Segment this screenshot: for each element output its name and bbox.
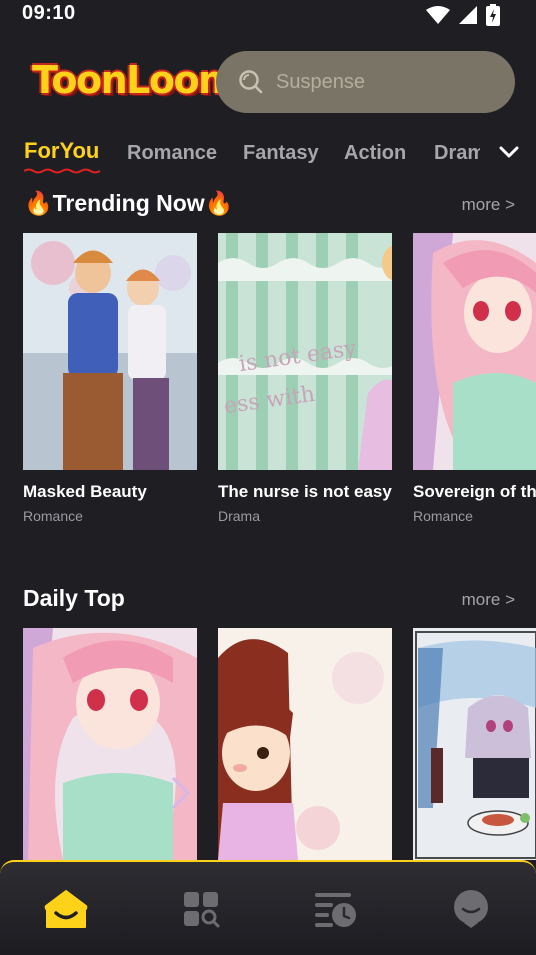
battery-icon xyxy=(486,4,500,26)
card-genre: Drama xyxy=(218,508,261,524)
nav-home[interactable] xyxy=(41,884,91,934)
comic-cover xyxy=(413,233,536,470)
home-icon xyxy=(44,890,88,928)
trending-section-title: 🔥Trending Now🔥 xyxy=(24,190,234,216)
trending-more-link[interactable]: more > xyxy=(462,195,515,215)
comic-cover xyxy=(218,628,392,860)
chevron-down-icon[interactable] xyxy=(498,144,520,160)
signal-icon xyxy=(459,6,477,24)
comic-cover: is not easy ess with xyxy=(218,233,392,470)
card-title: The nurse is not easy xyxy=(218,482,392,501)
nav-categories[interactable] xyxy=(176,884,226,934)
comic-cover xyxy=(23,628,197,860)
card-genre: Romance xyxy=(23,508,83,524)
tab-fantasy[interactable]: Fantasy xyxy=(243,142,319,165)
status-time: 09:10 xyxy=(22,2,76,24)
card-title: Sovereign of the xyxy=(413,482,536,501)
search-bar[interactable]: Suspense xyxy=(216,51,515,113)
search-icon xyxy=(239,70,263,94)
tab-active-indicator xyxy=(24,168,100,174)
app-logo: ToonLoom xyxy=(32,58,238,102)
tab-romance[interactable]: Romance xyxy=(127,142,217,165)
history-icon xyxy=(315,893,356,927)
card-genre: Romance xyxy=(413,508,473,524)
tab-drama[interactable]: Drama xyxy=(434,142,480,165)
bottom-nav xyxy=(0,860,536,955)
comic-cover xyxy=(23,233,197,470)
tab-action[interactable]: Action xyxy=(344,142,406,165)
status-icons xyxy=(426,4,500,26)
daily-section-title: Daily Top xyxy=(23,585,125,611)
status-bar: 09:10 xyxy=(0,0,536,28)
categories-icon xyxy=(184,892,220,928)
search-placeholder: Suspense xyxy=(276,71,365,93)
nav-history[interactable] xyxy=(310,884,360,934)
nav-profile[interactable] xyxy=(446,884,496,934)
header: ToonLoom Suspense xyxy=(0,50,536,114)
genre-tabs: ForYou Romance Fantasy Action Drama xyxy=(0,136,536,176)
tab-foryou[interactable]: ForYou xyxy=(24,138,99,164)
tab-drama-clip: Drama xyxy=(434,142,480,165)
daily-more-link[interactable]: more > xyxy=(462,590,515,610)
card-title: Masked Beauty xyxy=(23,482,147,501)
wifi-icon xyxy=(426,6,450,24)
profile-icon xyxy=(454,890,488,928)
comic-cover xyxy=(413,628,536,860)
